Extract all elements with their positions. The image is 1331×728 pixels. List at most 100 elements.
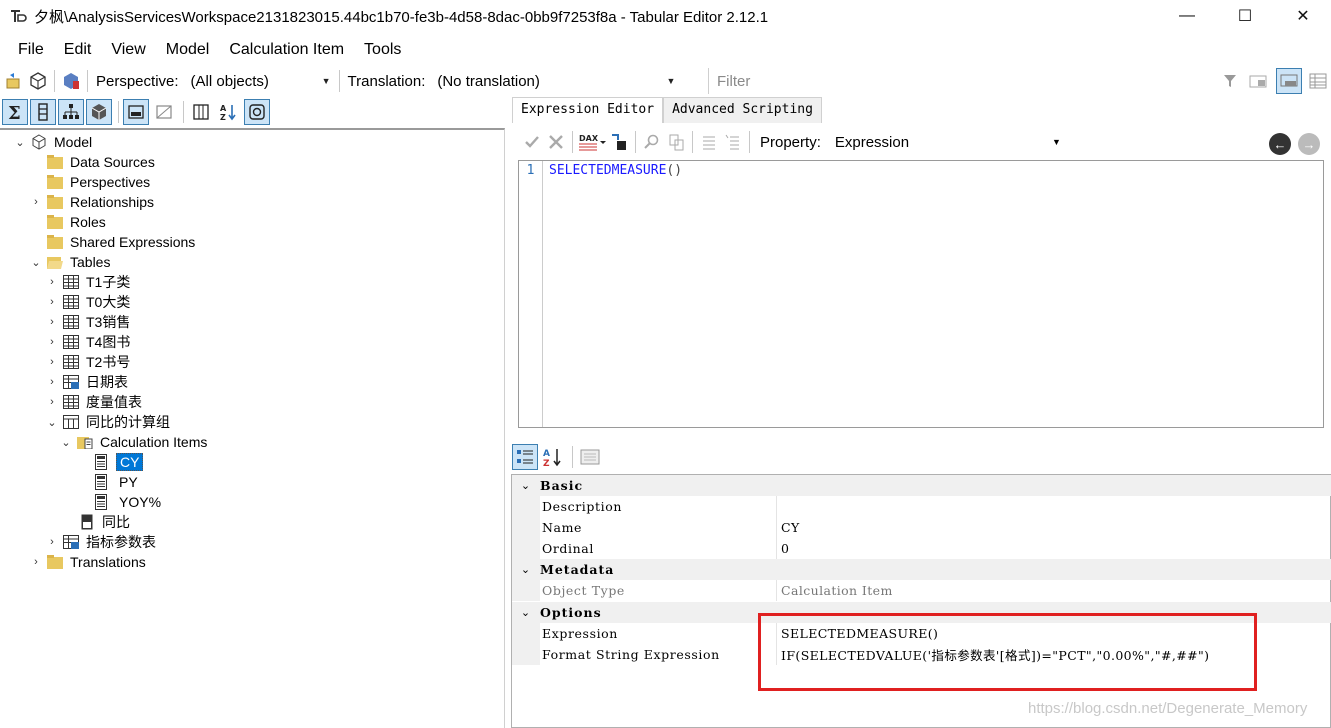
tree-label: Model	[54, 134, 93, 150]
menu-edit[interactable]: Edit	[54, 36, 102, 64]
tree-item-model[interactable]: ⌄ Model	[14, 132, 92, 152]
layout-toggle-icon[interactable]	[1276, 68, 1302, 94]
uncomment-icon[interactable]	[721, 130, 745, 154]
property-row-object-type[interactable]: Object Type Calculation Item	[512, 580, 1331, 601]
property-name: Name	[542, 520, 583, 535]
tree-item-table[interactable]: › T2书号	[46, 352, 130, 372]
tree-item-data-sources[interactable]: Data Sources	[30, 152, 155, 172]
filter-icon[interactable]	[1218, 69, 1242, 93]
tree-label: 同比的计算组	[86, 414, 170, 430]
menu-model[interactable]: Model	[156, 36, 220, 64]
chevron-right-icon[interactable]: ›	[46, 392, 58, 412]
grid-view-icon[interactable]	[1306, 69, 1330, 93]
tree-item-table[interactable]: › T0大类	[46, 292, 130, 312]
tree-item-roles[interactable]: Roles	[30, 212, 106, 232]
chevron-down-icon[interactable]: ⌄	[512, 479, 540, 492]
open-model-icon[interactable]	[2, 69, 26, 93]
maximize-button[interactable]: ☐	[1216, 0, 1274, 32]
tree-item-table[interactable]: › T3销售	[46, 312, 130, 332]
chevron-right-icon[interactable]: ›	[46, 352, 58, 372]
property-value[interactable]	[776, 496, 1331, 517]
show-measures-icon[interactable]: Σ	[2, 99, 28, 125]
tree-item-table[interactable]: › 度量值表	[46, 392, 142, 412]
minimize-button[interactable]: —	[1158, 0, 1216, 32]
property-value[interactable]: 0	[776, 538, 1331, 559]
replace-icon[interactable]	[664, 130, 688, 154]
code-function-token: SELECTEDMEASURE	[549, 163, 667, 178]
back-arrow-icon[interactable]: ←	[1269, 133, 1291, 155]
expression-code-editor[interactable]: 1 SELECTEDMEASURE()	[518, 160, 1324, 428]
show-all-icon[interactable]	[151, 99, 177, 125]
menu-calculation-item[interactable]: Calculation Item	[219, 36, 354, 64]
tree-item-calc-item-yoy[interactable]: YOY%	[92, 492, 161, 512]
tab-advanced-scripting[interactable]: Advanced Scripting	[663, 97, 822, 123]
menu-tools[interactable]: Tools	[354, 36, 411, 64]
filter-input[interactable]: Filter	[708, 68, 1214, 94]
chevron-right-icon[interactable]: ›	[30, 552, 42, 572]
menu-file[interactable]: File	[8, 36, 54, 64]
property-row-description[interactable]: Description	[512, 496, 1331, 517]
tree-item-shared-expressions[interactable]: Shared Expressions	[30, 232, 195, 252]
show-metadata-icon[interactable]	[244, 99, 270, 125]
tree-item-table[interactable]: › T1子类	[46, 272, 130, 292]
search-icon[interactable]	[640, 130, 664, 154]
tree-item-tables[interactable]: ⌄ Tables	[30, 252, 110, 272]
chevron-right-icon[interactable]: ›	[46, 292, 58, 312]
sort-alphabetical-icon[interactable]: AZ	[540, 444, 566, 470]
chevron-right-icon[interactable]: ›	[30, 192, 42, 212]
tree-item-calc-item-py[interactable]: PY	[92, 472, 138, 492]
chevron-down-icon[interactable]: ⌄	[46, 412, 58, 432]
tree-item-perspectives[interactable]: Perspectives	[30, 172, 150, 192]
category-basic[interactable]: ⌄ Basic	[512, 475, 1331, 496]
chevron-right-icon[interactable]: ›	[46, 532, 58, 552]
dax-format-icon[interactable]: DAX	[577, 130, 607, 154]
tree-item-translations[interactable]: › Translations	[30, 552, 146, 572]
chevron-down-icon[interactable]: ⌄	[60, 432, 72, 452]
chevron-right-icon[interactable]: ›	[46, 312, 58, 332]
property-pages-icon[interactable]	[577, 444, 603, 470]
show-columns-icon[interactable]	[30, 99, 56, 125]
layout-icon[interactable]	[1246, 69, 1270, 93]
chevron-right-icon[interactable]: ›	[46, 332, 58, 352]
tree-item-calculation-group[interactable]: ⌄ 同比的计算组	[46, 412, 170, 432]
insert-column-icon[interactable]	[607, 130, 631, 154]
chevron-down-icon[interactable]: ⌄	[30, 252, 42, 272]
perspective-dropdown[interactable]: (All objects) ▼	[186, 69, 335, 93]
forward-arrow-icon[interactable]: →	[1298, 133, 1320, 155]
tree-item-calc-item-cy[interactable]: CY	[92, 452, 144, 472]
svg-text:A: A	[220, 104, 227, 113]
tree-item-relationships[interactable]: › Relationships	[30, 192, 154, 212]
comment-icon[interactable]	[697, 130, 721, 154]
sort-alphabetical-icon[interactable]: AZ	[216, 99, 242, 125]
close-button[interactable]: ✕	[1274, 0, 1331, 32]
tree-item-calculation-items[interactable]: ⌄ Calculation Items	[60, 432, 207, 452]
chevron-down-icon[interactable]: ⌄	[512, 606, 540, 619]
categorized-view-icon[interactable]	[512, 444, 538, 470]
tree-item-measure[interactable]: 同比	[78, 512, 130, 532]
tree-item-table[interactable]: › T4图书	[46, 332, 130, 352]
property-row-ordinal[interactable]: Ordinal 0	[512, 538, 1331, 559]
chevron-down-icon[interactable]: ⌄	[512, 563, 540, 576]
tree-item-table[interactable]: › 指标参数表	[46, 532, 156, 552]
accept-check-icon[interactable]	[520, 130, 544, 154]
property-row-name[interactable]: Name CY	[512, 517, 1331, 538]
display-folders-icon[interactable]	[188, 99, 214, 125]
cancel-x-icon[interactable]	[544, 130, 568, 154]
show-partitions-icon[interactable]	[86, 99, 112, 125]
chevron-down-icon[interactable]: ⌄	[14, 132, 26, 152]
perspective-icon[interactable]	[59, 69, 83, 93]
translation-dropdown[interactable]: (No translation) ▼	[433, 69, 680, 93]
property-value[interactable]: CY	[776, 517, 1331, 538]
show-hierarchies-icon[interactable]	[58, 99, 84, 125]
chevron-right-icon[interactable]: ›	[46, 272, 58, 292]
deploy-icon[interactable]	[26, 69, 50, 93]
category-metadata[interactable]: ⌄ Metadata	[512, 559, 1331, 580]
show-hidden-icon[interactable]	[123, 99, 149, 125]
menu-view[interactable]: View	[101, 36, 155, 64]
property-dropdown[interactable]: Expression ▼	[831, 130, 1067, 154]
tree-item-table[interactable]: › 日期表	[46, 372, 128, 392]
tab-expression-editor[interactable]: Expression Editor	[512, 97, 664, 123]
svg-text:Z: Z	[543, 459, 550, 467]
chevron-right-icon[interactable]: ›	[46, 372, 58, 392]
property-label: Property:	[760, 133, 821, 151]
